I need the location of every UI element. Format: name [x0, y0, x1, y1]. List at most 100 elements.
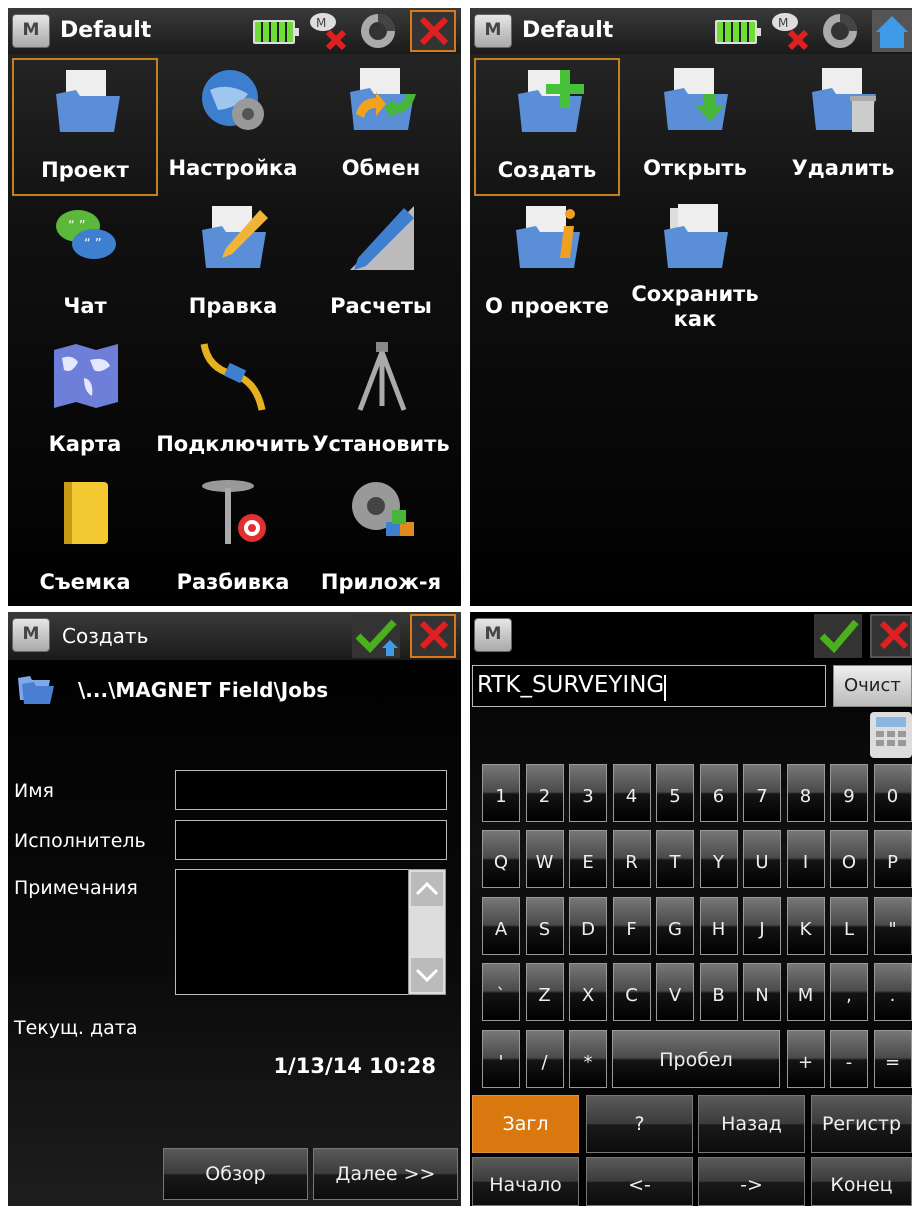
key[interactable]: A [482, 897, 520, 955]
key[interactable]: Z [525, 963, 564, 1021]
key[interactable]: U [743, 830, 781, 888]
key[interactable]: ' [482, 1030, 520, 1088]
magnet-logo-icon[interactable] [12, 14, 50, 48]
key[interactable]: + [786, 1030, 825, 1088]
menu-tile-stakeout[interactable]: Разбивка [160, 472, 306, 606]
home-button[interactable]: Начало [472, 1157, 579, 1206]
key[interactable]: P [873, 830, 912, 888]
magnet-logo-icon[interactable] [474, 618, 512, 652]
key[interactable]: 9 [830, 764, 868, 822]
key[interactable]: 2 [525, 764, 564, 822]
key[interactable]: - [830, 1030, 868, 1088]
key[interactable]: 4 [612, 764, 651, 822]
key[interactable]: 1 [482, 764, 520, 822]
key[interactable]: . [873, 963, 912, 1021]
menu-tile-setup[interactable]: Установить [308, 334, 454, 472]
chevron-down-icon[interactable] [411, 958, 443, 992]
key[interactable]: F [612, 897, 651, 955]
clear-button[interactable]: Очист [833, 665, 912, 707]
close-icon[interactable] [410, 10, 456, 52]
key[interactable]: = [873, 1030, 912, 1088]
accept-icon[interactable] [352, 614, 400, 658]
cursor-left-button[interactable]: <- [586, 1157, 693, 1206]
sync-icon[interactable] [358, 12, 398, 50]
calculator-icon[interactable] [870, 712, 912, 758]
cursor-right-button[interactable]: -> [698, 1157, 805, 1206]
key[interactable]: I [786, 830, 825, 888]
key[interactable]: G [656, 897, 694, 955]
accept-icon[interactable] [814, 614, 862, 658]
menu-tile-create[interactable]: Создать [474, 58, 620, 196]
menu-tile-map[interactable]: Карта [12, 334, 158, 472]
key[interactable]: O [830, 830, 868, 888]
back-button[interactable]: Назад [698, 1095, 805, 1153]
key[interactable]: S [525, 897, 564, 955]
menu-tile-connect[interactable]: Подключить [156, 334, 310, 472]
notes-field[interactable] [175, 869, 409, 995]
key[interactable]: T [656, 830, 694, 888]
key[interactable]: 6 [699, 764, 738, 822]
menu-tile-open[interactable]: Открыть [622, 58, 768, 196]
menu-tile-project[interactable]: Проект [12, 58, 158, 196]
menu-tile-survey[interactable]: Съемка [12, 472, 158, 606]
chevron-up-icon[interactable] [411, 872, 443, 906]
caps-button[interactable]: Загл [472, 1095, 579, 1153]
key[interactable]: D [569, 897, 607, 955]
key[interactable]: " [873, 897, 912, 955]
key[interactable]: 5 [656, 764, 694, 822]
key[interactable]: Q [482, 830, 520, 888]
key[interactable]: W [525, 830, 564, 888]
cancel-icon[interactable] [410, 614, 456, 658]
connection-status-icon[interactable]: M [768, 10, 812, 52]
key[interactable]: K [786, 897, 825, 955]
menu-tile-edit[interactable]: Правка [160, 196, 306, 334]
key[interactable]: 3 [569, 764, 607, 822]
menu-tile-save-as[interactable]: Сохранить как [622, 196, 768, 334]
shift-button[interactable]: Регистр [811, 1095, 912, 1153]
magnet-logo-icon[interactable] [12, 618, 50, 652]
browse-button[interactable]: Обзор [163, 1148, 308, 1200]
key[interactable]: ` [482, 963, 520, 1021]
key[interactable]: 8 [786, 764, 825, 822]
operator-field[interactable] [175, 820, 447, 860]
menu-tile-chat[interactable]: “ ” “ ” Чат [12, 196, 158, 334]
sync-icon[interactable] [820, 12, 860, 50]
key[interactable]: N [743, 963, 781, 1021]
notes-scrollbar[interactable] [408, 869, 446, 995]
menu-tile-delete[interactable]: Удалить [770, 58, 912, 196]
menu-tile-settings[interactable]: Настройка [160, 58, 306, 196]
folders-icon [18, 676, 54, 704]
magnet-logo-icon[interactable] [474, 14, 512, 48]
key[interactable]: X [569, 963, 607, 1021]
menu-tile-applications[interactable]: Прилож-я [308, 472, 454, 606]
key[interactable]: 0 [873, 764, 912, 822]
key[interactable]: V [656, 963, 694, 1021]
key-space[interactable]: Пробел [612, 1030, 780, 1088]
key[interactable]: Y [699, 830, 738, 888]
menu-tile-label: Создать [497, 158, 597, 182]
key[interactable]: 7 [743, 764, 781, 822]
key[interactable]: E [569, 830, 607, 888]
key[interactable]: L [830, 897, 868, 955]
text-input[interactable]: RTK_SURVEYING [472, 665, 826, 707]
menu-tile-job-info[interactable]: О проекте [474, 196, 620, 334]
key[interactable]: R [612, 830, 651, 888]
key[interactable]: , [830, 963, 868, 1021]
connection-status-icon[interactable]: M [306, 10, 350, 52]
menu-tile-exchange[interactable]: Обмен [308, 58, 454, 196]
key[interactable]: / [525, 1030, 564, 1088]
home-icon[interactable] [872, 10, 912, 52]
name-field[interactable] [175, 770, 447, 810]
key[interactable]: M [786, 963, 825, 1021]
key[interactable]: * [569, 1030, 607, 1088]
menu-tile-calculations[interactable]: Расчеты [308, 196, 454, 334]
key[interactable]: B [699, 963, 738, 1021]
key[interactable]: J [743, 897, 781, 955]
next-button[interactable]: Далее >> [313, 1148, 458, 1200]
battery-icon [715, 20, 761, 44]
end-button[interactable]: Конец [811, 1157, 912, 1206]
key[interactable]: H [699, 897, 738, 955]
question-button[interactable]: ? [586, 1095, 693, 1153]
cancel-icon[interactable] [870, 614, 912, 658]
key[interactable]: C [612, 963, 651, 1021]
